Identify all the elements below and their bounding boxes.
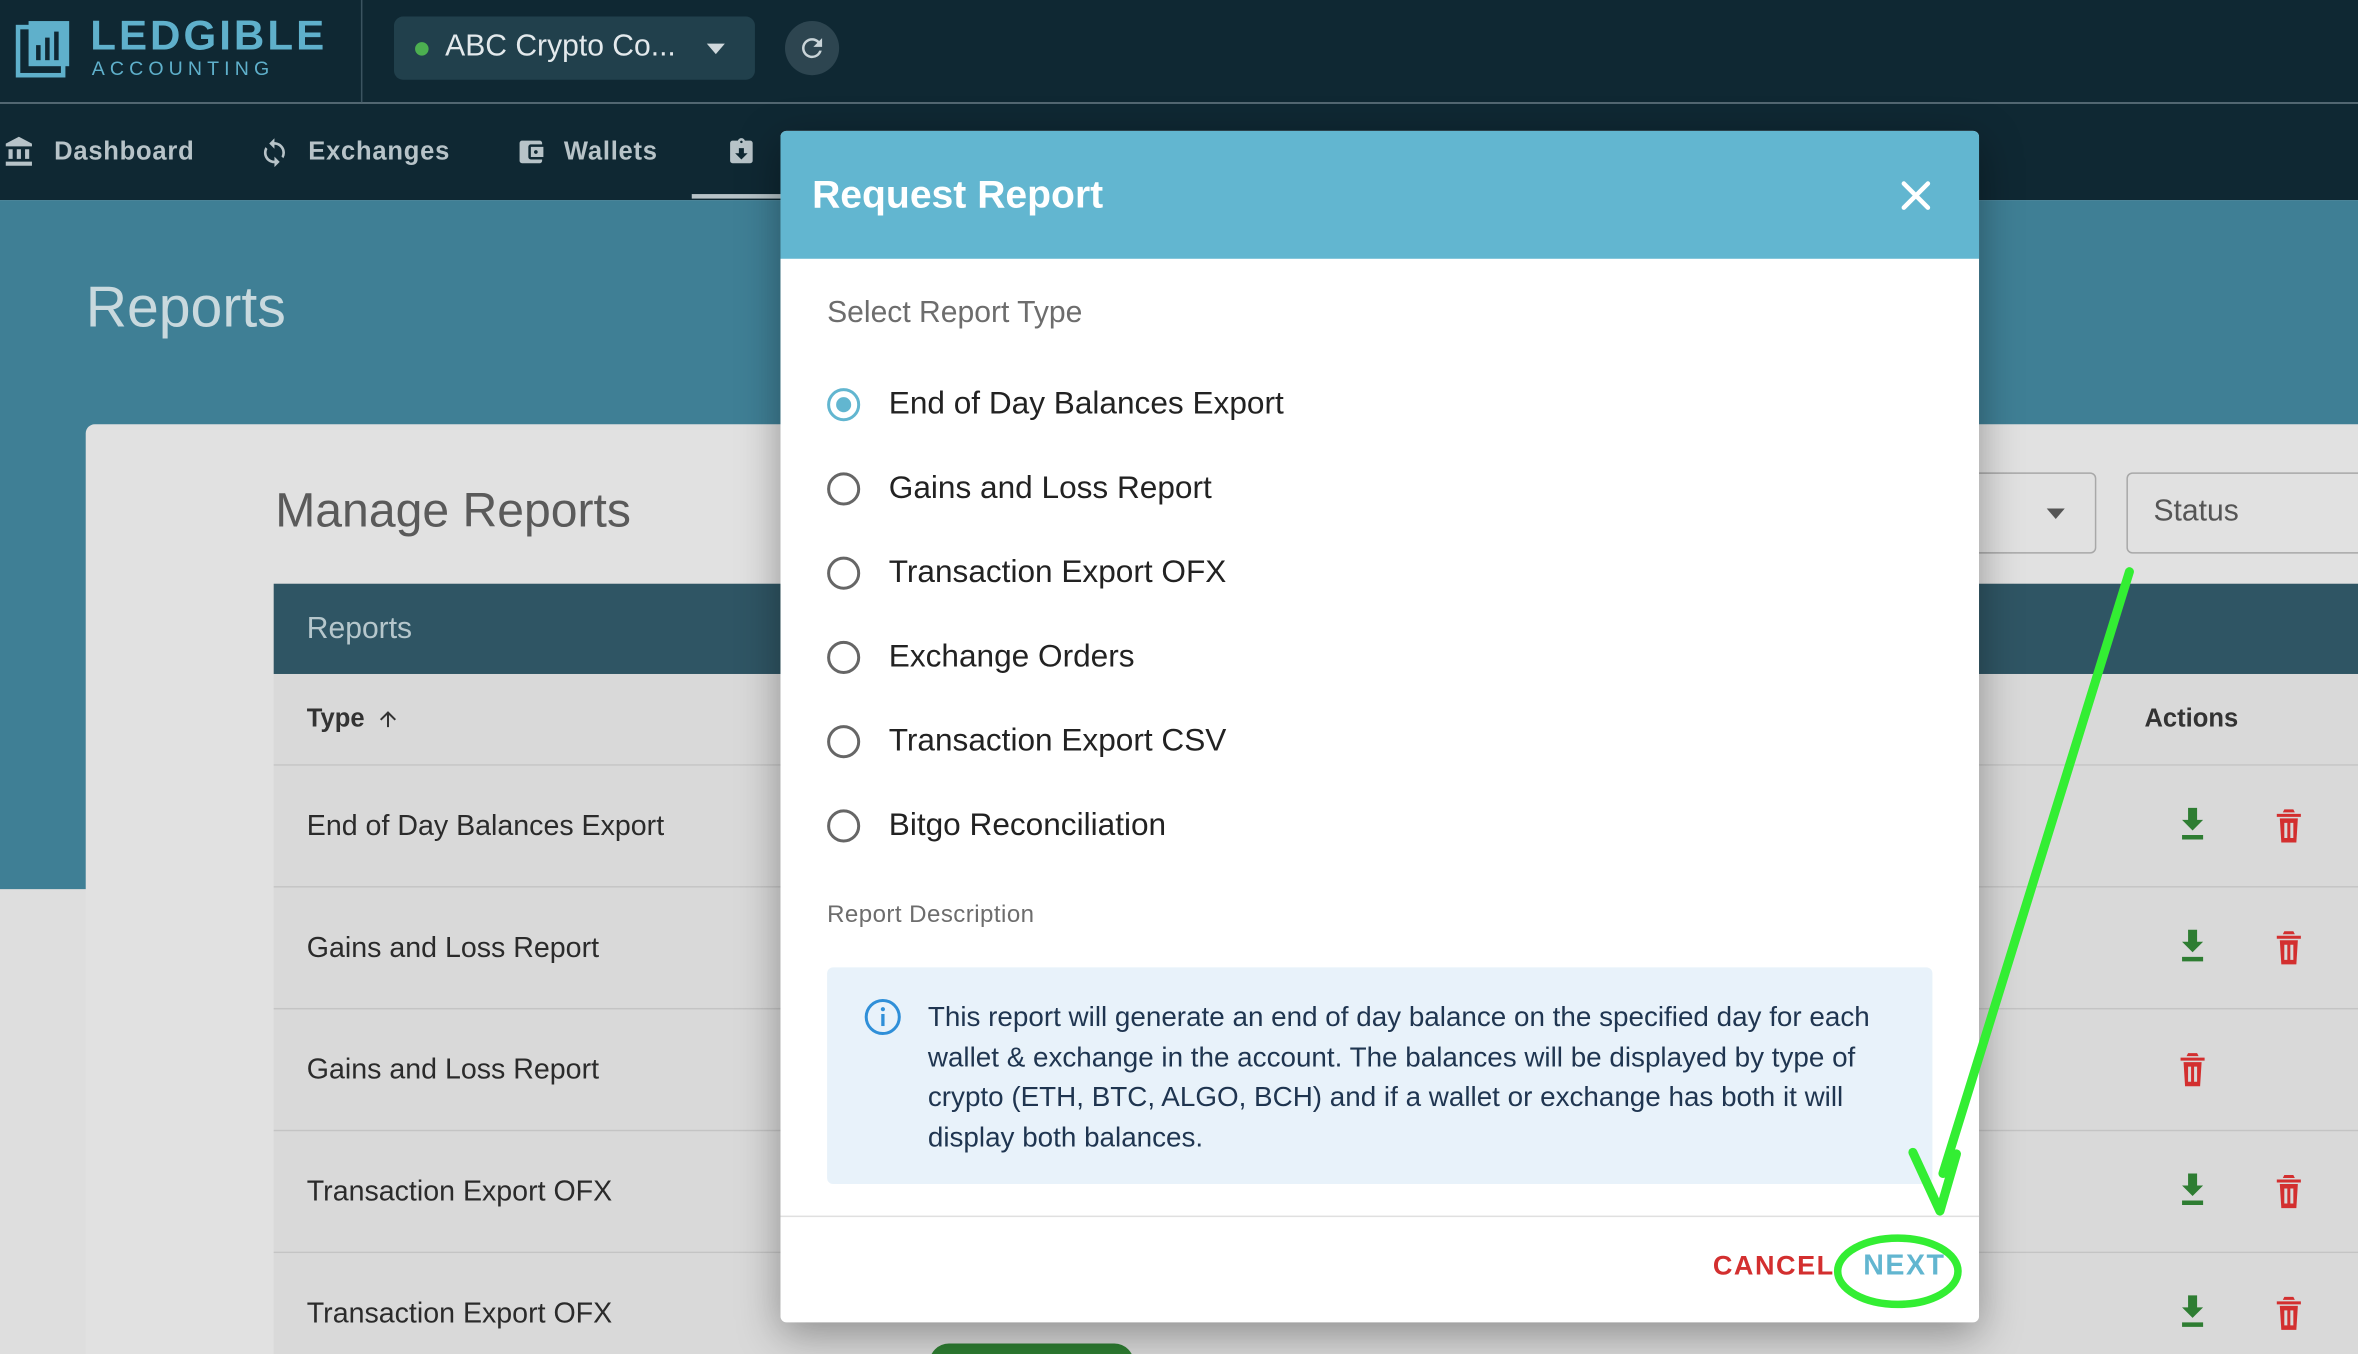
radio-button[interactable] bbox=[827, 725, 861, 759]
report-type: Gains and Loss Report bbox=[306, 932, 600, 965]
delete-icon[interactable] bbox=[2271, 1292, 2307, 1334]
table-title: Reports bbox=[306, 612, 413, 646]
report-type: End of Day Balances Export bbox=[306, 810, 665, 843]
next-button[interactable]: NEXT bbox=[1863, 1250, 1945, 1283]
report-type: Transaction Export OFX bbox=[306, 1176, 613, 1209]
manage-reports-title: Manage Reports bbox=[275, 482, 631, 538]
nav-exchanges[interactable]: Exchanges bbox=[259, 104, 450, 200]
info-icon bbox=[864, 998, 901, 1036]
option-label: Gains and Loss Report bbox=[888, 470, 1212, 506]
logo-mark-icon bbox=[15, 21, 70, 78]
column-type[interactable]: Type bbox=[307, 704, 365, 734]
option-label: End of Day Balances Export bbox=[888, 386, 1284, 422]
status-filter-label: Status bbox=[2153, 494, 2239, 529]
status-badge bbox=[929, 1343, 1134, 1354]
report-description-text: This report will generate an end of day … bbox=[927, 1000, 1870, 1152]
option-transaction-export-csv[interactable]: Transaction Export CSV bbox=[827, 712, 1729, 772]
report-type: Gains and Loss Report bbox=[306, 1054, 600, 1087]
download-icon[interactable] bbox=[2175, 927, 2211, 969]
top-bar: LEDGIBLE ACCOUNTING ABC Crypto Co... bbox=[0, 0, 2358, 103]
delete-icon[interactable] bbox=[2175, 1049, 2211, 1091]
option-label: Bitgo Reconciliation bbox=[888, 807, 1167, 843]
status-dot bbox=[415, 42, 429, 56]
organization-name: ABC Crypto Co... bbox=[445, 30, 676, 64]
close-icon[interactable] bbox=[1890, 170, 1941, 221]
column-actions: Actions bbox=[2144, 704, 2239, 733]
wallet-icon bbox=[519, 140, 544, 164]
report-type-label: Select Report Type bbox=[827, 296, 1083, 330]
nav-label: Wallets bbox=[563, 136, 658, 166]
request-report-dialog: Request Report Select Report Type End of… bbox=[780, 130, 1980, 1323]
dialog-title: Request Report bbox=[812, 171, 1104, 217]
status-filter[interactable]: Status bbox=[2126, 472, 2358, 554]
radio-button[interactable] bbox=[827, 640, 861, 674]
caret-down-icon bbox=[2046, 508, 2065, 520]
delete-icon[interactable] bbox=[2271, 927, 2307, 969]
dialog-header: Request Report bbox=[780, 130, 1980, 259]
caret-down-icon bbox=[706, 43, 725, 55]
radio-button-selected[interactable] bbox=[827, 388, 861, 422]
report-description-box: This report will generate an end of day … bbox=[827, 967, 1933, 1184]
sync-icon bbox=[263, 137, 285, 167]
option-end-of-day-balances[interactable]: End of Day Balances Export bbox=[827, 375, 1729, 435]
refresh-button[interactable] bbox=[784, 21, 840, 76]
option-bitgo-reconciliation[interactable]: Bitgo Reconciliation bbox=[827, 796, 1729, 856]
option-exchange-orders[interactable]: Exchange Orders bbox=[827, 627, 1729, 687]
cancel-button[interactable]: CANCEL bbox=[1713, 1250, 1835, 1282]
delete-icon[interactable] bbox=[2271, 1170, 2307, 1212]
radio-button[interactable] bbox=[827, 472, 861, 506]
nav-label: Exchanges bbox=[308, 136, 451, 166]
ledgible-logo[interactable]: LEDGIBLE ACCOUNTING bbox=[15, 12, 361, 87]
brand-subtitle: ACCOUNTING bbox=[91, 57, 275, 80]
nav-dashboard[interactable]: Dashboard bbox=[3, 104, 194, 200]
report-type: Transaction Export OFX bbox=[306, 1298, 613, 1330]
download-icon[interactable] bbox=[2175, 1170, 2211, 1212]
download-icon[interactable] bbox=[2175, 805, 2211, 847]
bank-icon bbox=[5, 136, 32, 166]
option-label: Exchange Orders bbox=[888, 639, 1135, 674]
option-gains-and-loss[interactable]: Gains and Loss Report bbox=[827, 459, 1729, 519]
nav-wallets[interactable]: Wallets bbox=[516, 104, 658, 200]
delete-icon[interactable] bbox=[2271, 805, 2307, 847]
option-label: Transaction Export OFX bbox=[888, 555, 1227, 590]
divider bbox=[780, 1215, 1980, 1218]
report-download-icon bbox=[730, 138, 753, 164]
nav-reports[interactable] bbox=[726, 104, 774, 200]
organization-select[interactable]: ABC Crypto Co... bbox=[394, 16, 755, 80]
active-tab-indicator bbox=[691, 194, 782, 199]
radio-button[interactable] bbox=[827, 556, 861, 590]
radio-button[interactable] bbox=[827, 809, 861, 843]
sort-ascending-icon[interactable] bbox=[376, 707, 400, 731]
nav-label: Dashboard bbox=[54, 136, 195, 166]
report-description-label: Report Description bbox=[827, 902, 1035, 929]
page-title: Reports bbox=[85, 276, 286, 341]
refresh-icon bbox=[802, 38, 823, 59]
brand-name: LEDGIBLE bbox=[90, 12, 328, 59]
option-transaction-export-ofx[interactable]: Transaction Export OFX bbox=[827, 543, 1729, 603]
download-icon[interactable] bbox=[2175, 1292, 2211, 1334]
option-label: Transaction Export CSV bbox=[888, 723, 1227, 759]
divider bbox=[360, 0, 363, 103]
